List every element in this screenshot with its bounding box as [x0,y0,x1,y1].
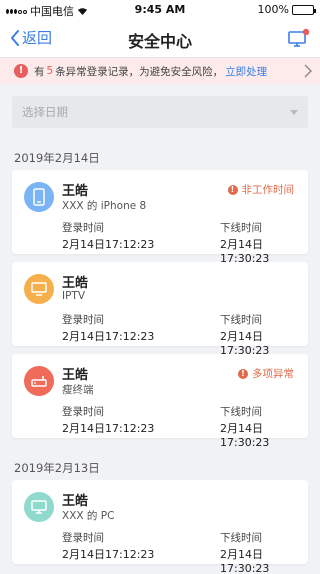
login-record-card[interactable]: 王皓 IPTV 登录时间 2月14日17:12:23 下线时间 2月14日17:… [12,262,308,357]
logout-time-value: 2月14日17:30:23 [220,330,270,357]
tv-icon [31,282,47,296]
router-icon [31,376,47,387]
status-badge-label: 非工作时间 [241,184,295,196]
battery-percent: 100% [257,3,289,16]
user-name: 王皓 [62,276,89,291]
user-name: 王皓 [62,494,89,509]
warning-text: 条异常登录记录，为避免安全风险， [55,65,224,78]
login-time-value: 2月14日17:12:23 [62,422,155,435]
section-date: 2019年2月14日 [14,151,100,165]
warning-count: 5 [46,65,54,77]
date-select[interactable]: 选择日期 [12,96,308,128]
login-time-value: 2月14日17:12:23 [62,238,155,251]
login-record-card[interactable]: 王皓 XXX 的 iPhone 8 ! 非工作时间 登录时间 2月14日17:1… [12,170,308,265]
devices-button[interactable] [288,28,310,48]
login-time-value: 2月14日17:12:23 [62,548,155,561]
caret-down-icon [290,110,298,115]
alert-icon: ! [14,64,28,78]
login-time-label: 登录时间 [62,314,104,326]
abnormal-login-warning[interactable]: ! 有 5 条异常登录记录，为避免安全风险， 立即处理 [0,58,320,84]
logout-time-label: 下线时间 [220,314,262,326]
device-avatar [24,492,54,522]
phone-icon [33,188,45,206]
device-name: 瘦终端 [62,384,94,396]
login-time-label: 登录时间 [62,532,104,544]
login-record-card[interactable]: 王皓 XXX 的 PC 登录时间 2月14日17:12:23 下线时间 2月14… [12,480,308,574]
device-name: XXX 的 iPhone 8 [62,200,147,212]
handle-now-link[interactable]: 立即处理 [225,64,267,79]
login-time-label: 登录时间 [62,406,104,418]
device-avatar [24,182,54,212]
section-date: 2019年2月13日 [14,461,100,475]
status-bar: 中国电信 9:45 AM 100% [0,0,320,18]
status-badge: ! 多项异常 [238,366,294,381]
nav-bar: 返回 安全中心 [0,18,320,58]
logout-time-value: 2月14日17:30:23 [220,548,270,574]
user-name: 王皓 [62,368,89,383]
user-name: 王皓 [62,184,89,199]
alert-icon: ! [238,368,248,379]
status-badge: ! 非工作时间 [227,182,295,197]
page-title: 安全中心 [127,32,192,51]
logout-time-label: 下线时间 [220,532,262,544]
status-right: 100% [257,3,316,16]
device-avatar [24,366,54,396]
logout-time-value: 2月14日17:30:23 [220,238,270,265]
login-time-value: 2月14日17:12:23 [62,330,155,343]
device-name: IPTV [62,290,86,302]
login-record-card[interactable]: 王皓 瘦终端 ! 多项异常 登录时间 2月14日17:12:23 下线时间 2月… [12,354,308,449]
login-time-label: 登录时间 [62,222,104,234]
warning-prefix: 有 [34,65,45,78]
battery-icon [292,4,316,15]
alert-icon: ! [227,184,238,195]
monitor-icon [31,500,47,514]
chevron-right-icon [304,64,312,78]
logout-time-label: 下线时间 [220,406,262,418]
status-badge-label: 多项异常 [252,368,294,380]
device-avatar [24,274,54,304]
logout-time-label: 下线时间 [220,222,262,234]
device-name: XXX 的 PC [62,510,115,522]
logout-time-value: 2月14日17:30:23 [220,422,270,449]
date-select-placeholder: 选择日期 [22,105,68,119]
